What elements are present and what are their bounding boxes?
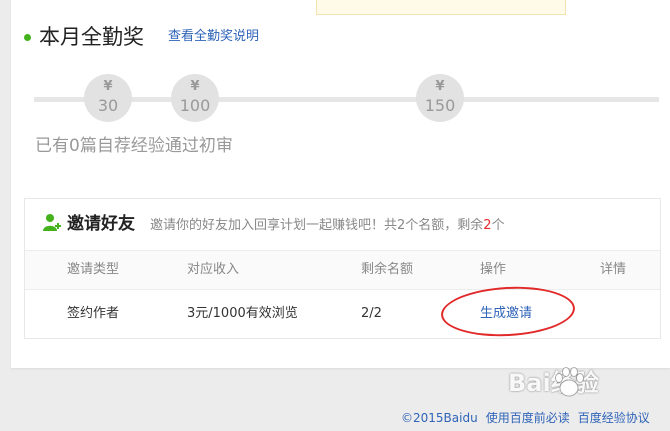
invite-desc-text: 邀请你的好友加入回享计划一起赚钱吧！共2个名额，剩余 (150, 218, 484, 233)
milestone-coin-150: ¥ 150 (416, 74, 464, 122)
progress-status: 已有0篇自荐经验通过初审 (35, 136, 233, 156)
notice-box (316, 0, 566, 15)
milestone-amount: 100 (179, 96, 211, 115)
column-header: 详情 (600, 262, 627, 277)
invite-type: 签约作者 (67, 306, 120, 321)
column-header: 邀请类型 (67, 262, 120, 277)
milestone-amount: 30 (97, 96, 119, 115)
milestone-coin-30: ¥ 30 (84, 74, 132, 122)
table-header: 邀请类型 对应收入 剩余名额 操作 详情 (25, 251, 660, 290)
yen-icon: ¥ (103, 79, 113, 94)
invite-title: 邀请好友 (67, 214, 135, 234)
milestone-amount: 150 (424, 96, 456, 115)
remaining-quota: 2/2 (361, 306, 382, 321)
yen-icon: ¥ (435, 79, 445, 94)
paw-icon (555, 367, 584, 397)
award-rules-link[interactable]: 查看全勤奖说明 (168, 28, 259, 46)
footer: ©2015Baidu 使用百度前必读 百度经验协议 (401, 410, 658, 426)
invite-desc-suffix: 个 (491, 218, 505, 233)
invite-description: 邀请你的好友加入回享计划一起赚钱吧！共2个名额，剩余2个 (150, 217, 505, 234)
yen-icon: ¥ (190, 79, 200, 94)
income-rate: 3元/1000有效浏览 (187, 306, 298, 321)
green-dot-icon (24, 34, 31, 41)
remaining-count: 2 (483, 218, 492, 233)
footer-copyright[interactable]: ©2015Baidu (401, 411, 478, 425)
footer-terms-link[interactable]: 使用百度前必读 (486, 411, 570, 425)
milestone-coin-100: ¥ 100 (171, 74, 219, 122)
column-header: 剩余名额 (361, 262, 414, 277)
column-header: 操作 (480, 262, 507, 277)
add-user-icon (43, 214, 61, 231)
column-header: 对应收入 (187, 262, 240, 277)
award-title: 本月全勤奖 (39, 25, 144, 49)
footer-agreement-link[interactable]: 百度经验协议 (578, 411, 650, 425)
baidu-jingyan-watermark: Bai经验 (508, 360, 638, 406)
invite-header: 邀请好友 邀请你的好友加入回享计划一起赚钱吧！共2个名额，剩余2个 (25, 199, 660, 251)
